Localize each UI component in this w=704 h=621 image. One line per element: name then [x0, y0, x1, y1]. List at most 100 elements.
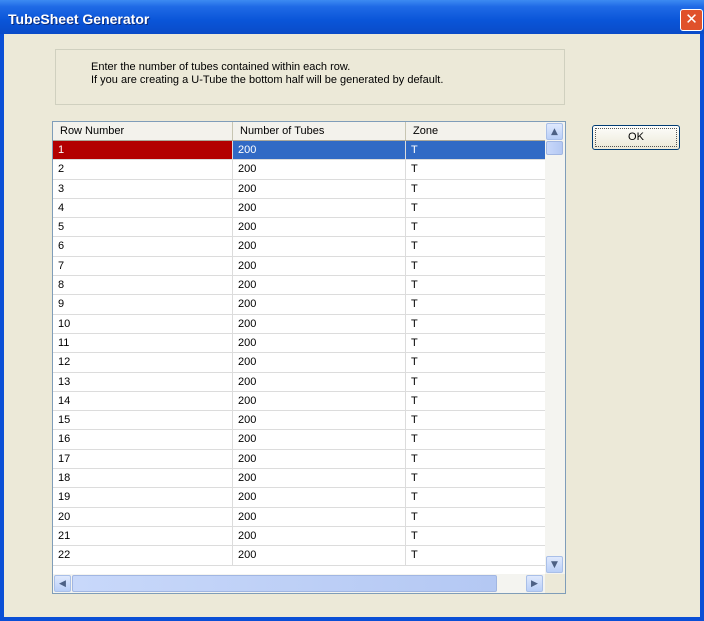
tube-rows-grid[interactable]: Row Number Number of Tubes Zone 1 200 T 2 20… — [52, 121, 566, 594]
table-row[interactable]: 11 200 T — [53, 333, 545, 354]
number-of-tubes-cell[interactable]: 200 — [233, 469, 406, 488]
number-of-tubes-cell[interactable]: 200 — [233, 372, 406, 391]
table-row[interactable]: 22 200 T — [53, 546, 545, 566]
table-row[interactable]: 8 200 T — [53, 276, 545, 296]
zone-cell[interactable]: T — [406, 315, 545, 333]
scroll-right-button[interactable]: ▶ — [526, 575, 543, 592]
zone-cell[interactable]: T — [406, 392, 545, 410]
scroll-left-button[interactable]: ◀ — [54, 575, 71, 592]
table-row[interactable]: 20 200 T — [53, 507, 545, 527]
scroll-down-button[interactable]: ▼ — [546, 556, 563, 573]
row-number-cell[interactable]: 9 — [53, 295, 233, 314]
number-of-tubes-cell[interactable]: 200 — [233, 256, 406, 276]
table-row[interactable]: 7 200 T — [53, 256, 545, 277]
zone-cell[interactable]: T — [406, 141, 545, 160]
ok-button[interactable]: OK — [592, 125, 680, 150]
number-of-tubes-cell[interactable]: 200 — [233, 218, 406, 237]
table-row[interactable]: 2 200 T — [53, 160, 545, 180]
table-row[interactable]: 16 200 T — [53, 430, 545, 450]
number-of-tubes-cell[interactable]: 200 — [233, 353, 406, 372]
vertical-scrollbar[interactable]: ▲ ▼ — [545, 122, 565, 574]
row-number-cell[interactable]: 22 — [53, 546, 233, 565]
column-header-number-of-tubes[interactable]: Number of Tubes — [233, 122, 406, 140]
table-row[interactable]: 19 200 T — [53, 488, 545, 508]
zone-cell[interactable]: T — [406, 488, 545, 506]
zone-cell[interactable]: T — [406, 257, 545, 275]
row-number-cell[interactable]: 14 — [53, 391, 233, 411]
row-number-cell[interactable]: 3 — [53, 179, 233, 198]
row-number-cell[interactable]: 7 — [53, 256, 233, 276]
horizontal-scroll-thumb[interactable] — [72, 575, 497, 592]
number-of-tubes-cell[interactable]: 200 — [233, 430, 406, 449]
number-of-tubes-cell[interactable]: 200 — [233, 333, 406, 353]
zone-cell[interactable]: T — [406, 450, 545, 468]
row-number-cell[interactable]: 19 — [53, 488, 233, 507]
row-number-cell[interactable]: 18 — [53, 469, 233, 488]
zone-cell[interactable]: T — [406, 373, 545, 391]
zone-cell[interactable]: T — [406, 276, 545, 294]
row-number-cell[interactable]: 11 — [53, 333, 233, 353]
row-number-cell[interactable]: 4 — [53, 198, 233, 218]
table-row[interactable]: 6 200 T — [53, 237, 545, 257]
row-number-cell[interactable]: 20 — [53, 507, 233, 526]
zone-cell[interactable]: T — [406, 180, 545, 198]
row-number-cell[interactable]: 21 — [53, 526, 233, 546]
zone-cell[interactable]: T — [406, 237, 545, 255]
zone-cell[interactable]: T — [406, 430, 545, 448]
row-number-cell[interactable]: 1 — [53, 141, 233, 160]
table-row[interactable]: 15 200 T — [53, 411, 545, 431]
zone-cell[interactable]: T — [406, 160, 545, 178]
row-number-cell[interactable]: 17 — [53, 449, 233, 469]
table-row[interactable]: 12 200 T — [53, 353, 545, 373]
row-number-cell[interactable]: 5 — [53, 218, 233, 237]
zone-cell[interactable]: T — [406, 527, 545, 545]
zone-cell[interactable]: T — [406, 353, 545, 371]
number-of-tubes-cell[interactable]: 200 — [233, 526, 406, 546]
number-of-tubes-cell[interactable]: 200 — [233, 198, 406, 218]
row-number-cell[interactable]: 15 — [53, 411, 233, 430]
row-number-cell[interactable]: 8 — [53, 276, 233, 295]
number-of-tubes-cell[interactable]: 200 — [233, 179, 406, 198]
number-of-tubes-cell[interactable]: 200 — [233, 391, 406, 411]
number-of-tubes-cell[interactable]: 200 — [233, 449, 406, 469]
scroll-up-button[interactable]: ▲ — [546, 123, 563, 140]
table-row[interactable]: 4 200 T — [53, 198, 545, 219]
table-row[interactable]: 18 200 T — [53, 469, 545, 489]
table-row[interactable]: 21 200 T — [53, 526, 545, 547]
table-row[interactable]: 9 200 T — [53, 295, 545, 315]
table-row[interactable]: 14 200 T — [53, 391, 545, 412]
zone-cell[interactable]: T — [406, 218, 545, 236]
horizontal-scrollbar[interactable]: ◀ ▶ — [53, 574, 545, 593]
number-of-tubes-cell[interactable]: 200 — [233, 276, 406, 295]
row-number-cell[interactable]: 12 — [53, 353, 233, 372]
row-number-cell[interactable]: 10 — [53, 314, 233, 333]
number-of-tubes-cell[interactable]: 200 — [233, 314, 406, 333]
zone-cell[interactable]: T — [406, 469, 545, 487]
zone-cell[interactable]: T — [406, 295, 545, 313]
zone-cell[interactable]: T — [406, 411, 545, 429]
title-bar[interactable]: TubeSheet Generator ✕ — [0, 0, 704, 34]
zone-cell[interactable]: T — [406, 508, 545, 526]
number-of-tubes-cell[interactable]: 200 — [233, 295, 406, 314]
number-of-tubes-cell[interactable]: 200 — [233, 507, 406, 526]
zone-cell[interactable]: T — [406, 334, 545, 352]
table-row[interactable]: 17 200 T — [53, 449, 545, 470]
row-number-cell[interactable]: 2 — [53, 160, 233, 179]
row-number-cell[interactable]: 16 — [53, 430, 233, 449]
number-of-tubes-cell[interactable]: 200 — [233, 141, 406, 160]
row-number-cell[interactable]: 6 — [53, 237, 233, 256]
number-of-tubes-cell[interactable]: 200 — [233, 546, 406, 565]
close-button[interactable]: ✕ — [680, 9, 703, 31]
table-row[interactable]: 13 200 T — [53, 372, 545, 392]
row-number-cell[interactable]: 13 — [53, 372, 233, 391]
table-row[interactable]: 3 200 T — [53, 179, 545, 199]
number-of-tubes-cell[interactable]: 200 — [233, 160, 406, 179]
table-row[interactable]: 10 200 T — [53, 314, 545, 334]
table-row[interactable]: 5 200 T — [53, 218, 545, 238]
number-of-tubes-cell[interactable]: 200 — [233, 411, 406, 430]
column-header-row-number[interactable]: Row Number — [53, 122, 233, 140]
column-header-zone[interactable]: Zone — [406, 122, 545, 140]
number-of-tubes-cell[interactable]: 200 — [233, 488, 406, 507]
zone-cell[interactable]: T — [406, 546, 545, 564]
table-row[interactable]: 1 200 T — [53, 141, 545, 161]
